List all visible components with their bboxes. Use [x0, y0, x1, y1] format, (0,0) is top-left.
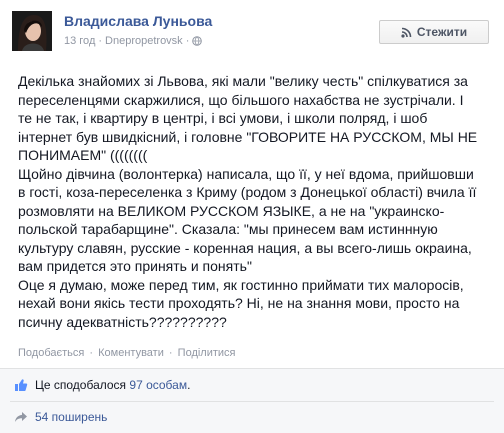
likes-suffix: . — [187, 378, 191, 392]
avatar-photo — [12, 11, 52, 51]
post-time[interactable]: 13 год — [64, 35, 95, 47]
likes-count-link[interactable]: 97 особам — [129, 378, 187, 392]
post-meta: 13 год · Dnepropetrovsk · — [64, 35, 203, 47]
post-text-line: Оце я думаю, може перед тим, як гостинно… — [18, 276, 464, 293]
post-text: Декілька знайомих зі Львова, які мали "в… — [18, 72, 502, 331]
post-text-line: переселенцями скаржилися, що більшого на… — [18, 91, 464, 108]
post-text-line: нехай вони якісь тести проходять? Ні, не… — [18, 295, 460, 311]
post-actions: Подобається · Коментувати · Поділитися — [18, 347, 236, 359]
follow-button[interactable]: Стежити — [379, 20, 489, 44]
meta-separator: · — [185, 35, 190, 47]
post-text-line: розмовляти на ВЕЛИКОМ РУССКОМ ЯЗЫКЕ, а н… — [18, 202, 445, 219]
likes-text: Це сподобалося 97 особам. — [35, 378, 190, 392]
like-link[interactable]: Подобається — [18, 347, 84, 359]
post-text-line: те не так, і квартиру в центрі, і всі ум… — [18, 110, 428, 126]
meta-separator: · — [98, 35, 103, 47]
feedback-panel: Це сподобалося 97 особам. 54 поширень — [0, 368, 504, 433]
likes-prefix: Це сподобалося — [35, 378, 130, 392]
globe-icon[interactable] — [192, 36, 203, 46]
post-author-name[interactable]: Владислава Луньова — [64, 13, 212, 29]
post-text-line: ПОНИМАЕМ" (((((((( — [18, 147, 148, 163]
post-location[interactable]: Dnepropetrovsk — [105, 35, 183, 47]
action-separator: · — [168, 347, 173, 359]
post-text-line: інтернет був швидкісний, і головне "ГОВО… — [18, 128, 478, 145]
post-text-line: Декілька знайомих зі Львова, які мали "в… — [18, 73, 468, 89]
shares-summary[interactable]: 54 поширень — [14, 410, 107, 424]
thumbs-up-icon — [15, 379, 28, 391]
post-text-line: польской тарабарщине". Сказала: "мы прин… — [18, 221, 438, 237]
post-text-line: Щойно дівчина (волонтерка) написала, що … — [18, 165, 474, 182]
post-text-line: культуру славян, русские - коренная наци… — [18, 239, 472, 256]
action-separator: · — [89, 347, 94, 359]
likes-summary: Це сподобалося 97 особам. — [14, 378, 190, 392]
feedback-divider — [10, 401, 494, 402]
rss-icon — [401, 27, 412, 38]
post-text-line: вам придется это принять и понять" — [18, 258, 252, 274]
follow-label: Стежити — [416, 25, 468, 39]
share-link[interactable]: Поділитися — [178, 347, 236, 359]
avatar[interactable] — [12, 11, 52, 51]
share-arrow-icon — [15, 412, 27, 422]
comment-link[interactable]: Коментувати — [98, 347, 164, 359]
post-text-line: псичну адекватність?????????? — [18, 313, 227, 330]
post-text-line: в гості, коза-переселенка з Криму (родом… — [18, 184, 477, 200]
shares-count-link[interactable]: 54 поширень — [35, 410, 107, 424]
